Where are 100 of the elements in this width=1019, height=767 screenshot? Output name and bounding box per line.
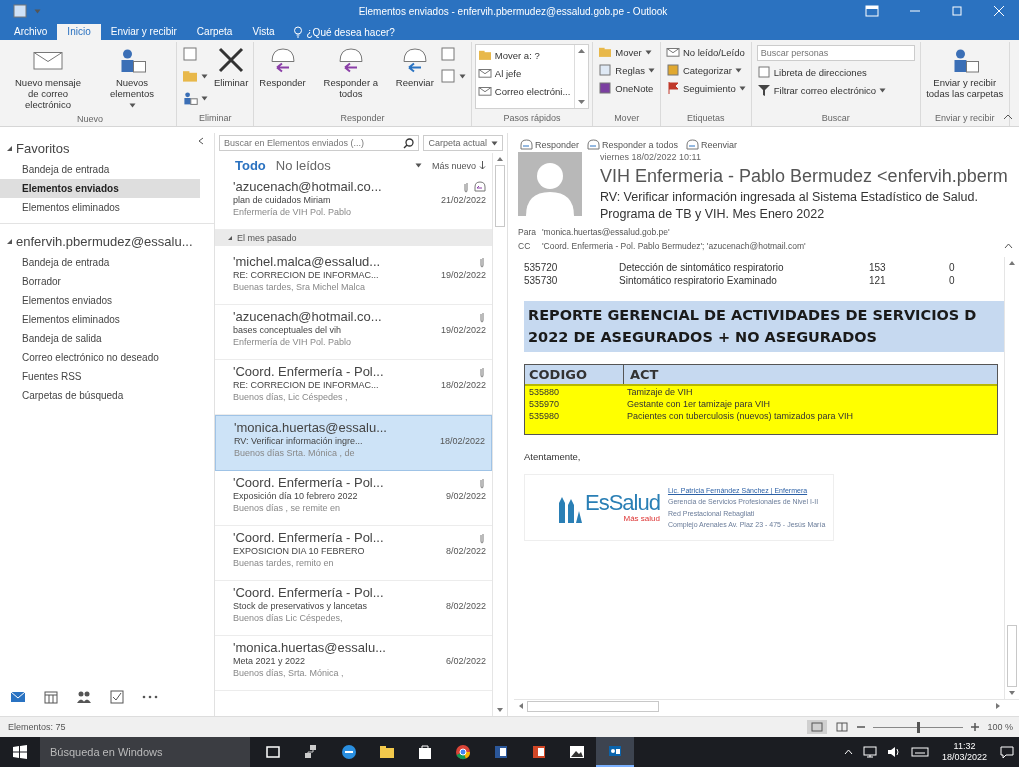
more-icon[interactable]	[142, 695, 158, 699]
scroll-thumb[interactable]	[495, 165, 505, 227]
image-icon[interactable]	[568, 743, 586, 761]
message-item[interactable]: 'monica.huertas@essalu... Meta 2021 y 2022 6/02/2022 Buenos días, Srta. Mónica ,	[215, 636, 492, 691]
scroll-down-icon[interactable]	[496, 707, 504, 713]
clock-time[interactable]: 11:32	[941, 740, 987, 752]
ribbon-button[interactable]: Nuevos elementos	[91, 42, 173, 111]
restore-icon[interactable]	[951, 5, 963, 17]
chrome-icon[interactable]	[454, 743, 472, 761]
folder-icon[interactable]	[378, 743, 396, 761]
normal-view-icon[interactable]	[807, 720, 828, 734]
tasks-icon[interactable]	[110, 690, 124, 704]
ribbon-button[interactable]: Categorizar	[663, 62, 748, 78]
folder-section-title[interactable]: Favoritos	[16, 141, 70, 156]
search-people-field[interactable]: Buscar personas	[756, 45, 915, 61]
scroll-up-icon[interactable]	[1008, 259, 1016, 266]
folder-item[interactable]: Bandeja de entrada	[0, 253, 200, 272]
ribbon-button[interactable]: Nuevo mensaje de correo electrónico	[7, 42, 89, 114]
message-item[interactable]: 'Coord. Enfermería - Pol... EXPOSICION DIA 10 FEBRERO 8/02/2022 Buenas tardes, remito en	[215, 526, 492, 581]
ribbon-button[interactable]: Reenviar	[393, 42, 436, 92]
scroll-down-icon[interactable]	[577, 99, 587, 105]
folder-item[interactable]: Bandeja de entrada	[0, 160, 200, 179]
ribbon-tab[interactable]: Archivo	[4, 24, 58, 40]
collapse-header-icon[interactable]	[1004, 242, 1013, 249]
task-view-icon[interactable]	[264, 743, 282, 761]
volume-icon[interactable]	[886, 746, 901, 758]
notification-icon[interactable]	[1000, 745, 1014, 759]
close-icon[interactable]	[993, 5, 1005, 17]
reading-view-icon[interactable]	[835, 720, 850, 734]
ribbon-tab[interactable]: Vista	[242, 24, 285, 40]
scroll-thumb[interactable]	[527, 700, 659, 712]
ribbon-button[interactable]: Responder	[257, 42, 308, 92]
search-field[interactable]: Buscar en Elementos enviados (...)	[219, 135, 420, 151]
network-icon[interactable]	[862, 746, 877, 758]
scroll-down-icon[interactable]	[1008, 690, 1016, 696]
ribbon-button[interactable]: Seguimiento	[663, 80, 748, 96]
keyboard-icon[interactable]	[910, 747, 929, 757]
action-button[interactable]: Responder a todos	[587, 139, 679, 150]
folder-item[interactable]: Elementos eliminados	[0, 310, 200, 329]
ribbon-button[interactable]: Mover a: ?	[475, 47, 573, 63]
scroll-left-icon[interactable]	[518, 702, 524, 710]
scroll-right-icon[interactable]	[995, 702, 1001, 710]
search-icon[interactable]	[403, 138, 415, 149]
tell-me-field[interactable]: ¿Qué desea hacer?	[306, 26, 417, 38]
zoom-out-icon[interactable]	[857, 723, 866, 731]
ribbon-button[interactable]: Correo electróni...	[475, 83, 573, 99]
document-icon[interactable]	[492, 743, 510, 761]
message-item[interactable]: 'Coord. Enfermería - Pol... Exposición día 10 febrero 2022 9/02/2022 Buenos días , se remite en	[215, 471, 492, 526]
ribbon-button[interactable]: Reglas	[596, 62, 657, 78]
folder-item[interactable]: Elementos enviados	[0, 179, 200, 198]
people-icon[interactable]	[76, 690, 92, 704]
slides-icon[interactable]	[530, 743, 548, 761]
ribbon-button[interactable]: Mover	[596, 44, 657, 60]
collapse-pane-icon[interactable]	[198, 137, 204, 145]
scrollbar[interactable]	[1004, 256, 1019, 699]
message-item[interactable]: 'michel.malca@essalud... RE: CORRECION DE INFORMAC... 19/02/2022 Buenas tardes, Sra Michel Malca	[215, 250, 492, 305]
ribbon-button[interactable]: Libreta de direcciones	[754, 64, 917, 80]
scrollbar[interactable]	[514, 699, 1019, 712]
expand-triangle-icon[interactable]	[6, 238, 13, 245]
zoom-in-icon[interactable]	[971, 723, 980, 731]
ribbon-button[interactable]: Responder a todos	[309, 42, 392, 103]
message-item[interactable]: 'monica.huertas@essalu... RV: Verificar información ingre... 18/02/2022 Buenos días Srta. Mónica , de	[215, 415, 492, 471]
folder-section-title[interactable]: enfervih.pbermudez@essalu...	[16, 234, 193, 249]
chevron-up-icon[interactable]	[843, 749, 853, 755]
scroll-up-icon[interactable]	[577, 48, 587, 54]
clock-date[interactable]: 18/03/2022	[941, 752, 987, 764]
ribbon-tab[interactable]: Inicio	[57, 24, 101, 40]
filter-tab[interactable]: No leídos	[275, 158, 331, 173]
ribbon-button[interactable]: No leído/Leído	[663, 44, 748, 60]
ribbon-tab[interactable]: Carpeta	[186, 24, 243, 40]
expand-triangle-icon[interactable]	[6, 145, 13, 152]
folder-item[interactable]: Fuentes RSS	[0, 367, 200, 386]
start-icon[interactable]	[13, 745, 27, 759]
folder-item[interactable]: Correo electrónico no deseado	[0, 348, 200, 367]
folder-item[interactable]: Carpetas de búsqueda	[0, 386, 200, 405]
ribbon-button[interactable]: Filtrar correo electrónico	[754, 82, 917, 98]
message-item[interactable]: 'azucenach@hotmail.co... bases conceptuales del vih 19/02/2022 Enfermería de VIH Pol. Pablo	[215, 305, 492, 360]
search-field[interactable]: Búsqueda en Windows	[40, 737, 250, 767]
filter-tab[interactable]: Todo	[235, 158, 266, 173]
ribbon-display-icon[interactable]	[865, 5, 879, 17]
scroll-thumb[interactable]	[1007, 625, 1017, 687]
slider-thumb[interactable]	[917, 721, 921, 733]
action-button[interactable]: Reenviar	[686, 139, 738, 150]
scroll-up-icon[interactable]	[496, 156, 504, 162]
scope-dropdown[interactable]: Carpeta actual	[423, 135, 503, 151]
ribbon-button[interactable]: Enviar y recibir todas las carpetas	[923, 42, 1006, 103]
scrollbar[interactable]	[492, 153, 507, 716]
ribbon-button[interactable]: Al jefe	[475, 65, 573, 81]
ribbon-tab[interactable]: Enviar y recibir	[100, 24, 187, 40]
bag-icon[interactable]	[416, 743, 434, 761]
folder-item[interactable]: Bandeja de salida	[0, 329, 200, 348]
browser-icon[interactable]	[340, 743, 358, 761]
folder-item[interactable]: Elementos eliminados	[0, 198, 200, 217]
action-button[interactable]: Responder	[520, 139, 580, 150]
message-item[interactable]: 'Coord. Enfermería - Pol... Stock de preservativos y lancetas 8/02/2022 Buenos días Lic Céspedes,	[215, 581, 492, 636]
ribbon-button[interactable]: OneNote	[596, 80, 657, 96]
collapse-ribbon-icon[interactable]	[1003, 114, 1013, 120]
folder-item[interactable]: Borrador	[0, 272, 200, 291]
folder-item[interactable]: Elementos enviados	[0, 291, 200, 310]
sort-button[interactable]: Más nuevo	[431, 160, 486, 171]
